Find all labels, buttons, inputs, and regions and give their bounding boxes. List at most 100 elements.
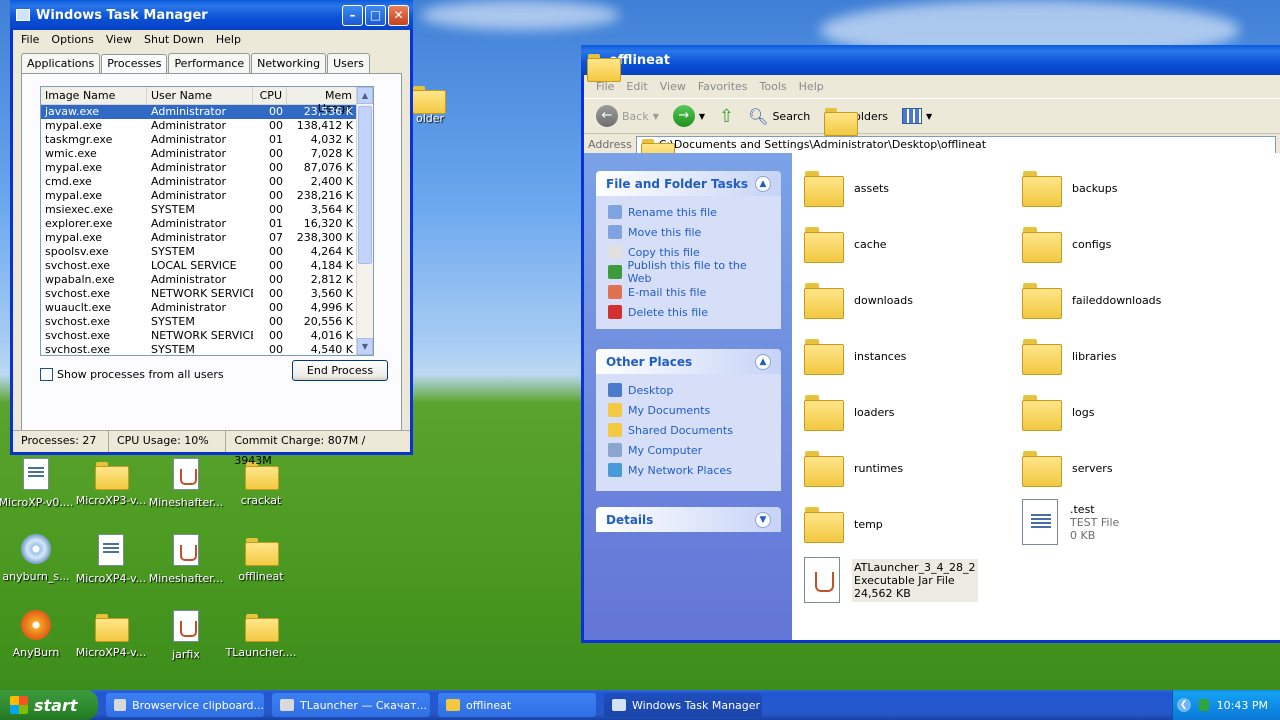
desktop-icon[interactable]: jarfix — [147, 610, 225, 661]
folder-item[interactable]: downloads — [804, 283, 913, 319]
folder-item[interactable]: runtimes — [804, 451, 903, 487]
task-link[interactable]: Move this file — [608, 222, 769, 242]
address-input[interactable]: C:\Documents and Settings\Administrator\… — [635, 135, 1276, 167]
folder-item[interactable]: logs — [1022, 395, 1095, 431]
process-list[interactable]: Image Name User Name CPU Mem Usage javaw… — [40, 86, 374, 356]
desktop-icon[interactable]: MicroXP4-v... — [72, 534, 150, 585]
folder-item[interactable]: backups — [1022, 171, 1118, 207]
menu-view[interactable]: View — [654, 79, 692, 94]
folder-item[interactable]: configs — [1022, 227, 1111, 263]
chevron-up-icon[interactable]: ▲ — [755, 175, 771, 192]
close-button[interactable]: ✕ — [388, 4, 409, 26]
panel-header[interactable]: Other Places ▲ — [596, 349, 781, 374]
menu-options[interactable]: Options — [45, 32, 99, 47]
process-row[interactable]: mypal.exe Administrator 00 87,076 K — [41, 161, 373, 175]
desktop-icon[interactable]: Mineshafter... — [147, 534, 225, 585]
column-user-name[interactable]: User Name — [147, 87, 253, 104]
process-row[interactable]: svchost.exe LOCAL SERVICE 00 4,184 K — [41, 259, 373, 273]
menu-shut-down[interactable]: Shut Down — [138, 32, 210, 47]
process-row[interactable]: wpabaln.exe Administrator 00 2,812 K — [41, 273, 373, 287]
views-button[interactable]: ▼ — [898, 106, 936, 126]
place-link[interactable]: My Computer — [608, 440, 769, 460]
scroll-up-arrow[interactable]: ▲ — [357, 87, 373, 104]
panel-header[interactable]: Details ▼ — [596, 507, 781, 532]
folder-item[interactable]: instances — [804, 339, 906, 375]
taskbar-item-browservice[interactable]: Browservice clipboard... — [106, 693, 264, 717]
desktop-icon[interactable]: MicroXP-v0.... — [0, 458, 75, 509]
scroll-down-arrow[interactable]: ▼ — [357, 338, 373, 355]
folder-item[interactable]: assets — [804, 171, 889, 207]
column-mem-usage[interactable]: Mem Usage — [287, 87, 357, 115]
explorer-titlebar[interactable]: offlineat — [581, 45, 1280, 82]
process-row[interactable]: explorer.exe Administrator 01 16,320 K — [41, 217, 373, 231]
clock[interactable]: 10:43 PM — [1217, 699, 1268, 712]
desktop-icon[interactable]: Mineshafter... — [147, 458, 225, 509]
place-link[interactable]: Desktop — [608, 380, 769, 400]
task-link[interactable]: Publish this file to the Web — [608, 259, 769, 285]
process-row[interactable]: wuauclt.exe Administrator 00 4,996 K — [41, 301, 373, 315]
process-row[interactable]: cmd.exe Administrator 00 2,400 K — [41, 175, 373, 189]
menu-file[interactable]: File — [15, 32, 45, 47]
folders-button[interactable]: Folders — [820, 106, 892, 136]
file-item[interactable]: .test TEST File 0 KB — [1022, 499, 1119, 545]
desktop-icon[interactable]: AnyBurn — [0, 610, 75, 659]
chevron-down-icon[interactable]: ▼ — [755, 511, 771, 528]
task-link[interactable]: Rename this file — [608, 202, 769, 222]
place-link[interactable]: My Documents — [608, 400, 769, 420]
process-row[interactable]: wmic.exe Administrator 00 7,028 K — [41, 147, 373, 161]
place-link[interactable]: My Network Places — [608, 460, 769, 480]
folder-item[interactable]: libraries — [1022, 339, 1116, 375]
desktop-icon[interactable]: anyburn_s... — [0, 534, 75, 583]
menu-tools[interactable]: Tools — [754, 79, 793, 94]
desktop-icon[interactable]: TLauncher.... — [222, 610, 300, 659]
desktop-icon[interactable]: MicroXP4-v... — [72, 610, 150, 659]
process-row[interactable]: svchost.exe SYSTEM 00 4,540 K — [41, 343, 373, 355]
desktop-icon[interactable]: MicroXP3-v... — [72, 458, 150, 507]
task-link[interactable]: Delete this file — [608, 302, 769, 322]
process-row[interactable]: svchost.exe SYSTEM 00 20,556 K — [41, 315, 373, 329]
process-row[interactable]: spoolsv.exe SYSTEM 00 4,264 K — [41, 245, 373, 259]
menu-help[interactable]: Help — [793, 79, 830, 94]
taskbar-item-task-manager[interactable]: Windows Task Manager — [604, 693, 762, 717]
file-item[interactable]: ATLauncher_3_4_28_2 Executable Jar File 24… — [804, 557, 978, 603]
maximize-button[interactable]: □ — [365, 4, 386, 26]
menu-favorites[interactable]: Favorites — [692, 79, 754, 94]
tray-expand-icon[interactable]: ❮ — [1176, 698, 1191, 712]
tab-users[interactable]: Users — [327, 53, 370, 73]
process-row[interactable]: javaw.exe Administrator 00 23,536 K — [41, 105, 373, 119]
taskbar-item-offlineat[interactable]: offlineat — [438, 693, 596, 717]
task-manager-titlebar[interactable]: Windows Task Manager – □ ✕ — [10, 0, 413, 30]
taskbar-item-tlauncher[interactable]: TLauncher — Скачат... — [272, 693, 430, 717]
column-image-name[interactable]: Image Name — [41, 87, 147, 104]
process-list-scrollbar[interactable]: ▲ ▼ — [356, 87, 373, 355]
start-button[interactable]: start — [0, 690, 98, 720]
end-process-button[interactable]: End Process — [292, 360, 388, 381]
folder-item[interactable]: faileddownloads — [1022, 283, 1161, 319]
folder-item[interactable]: cache — [804, 227, 887, 263]
folder-item[interactable]: temp — [804, 507, 883, 543]
process-row[interactable]: mypal.exe Administrator 07 238,300 K — [41, 231, 373, 245]
checkbox-box[interactable] — [40, 368, 53, 381]
process-row[interactable]: svchost.exe NETWORK SERVICE 00 4,016 K — [41, 329, 373, 343]
tab-applications[interactable]: Applications — [21, 53, 101, 73]
process-row[interactable]: svchost.exe NETWORK SERVICE 00 3,560 K — [41, 287, 373, 301]
back-button[interactable]: ← Back ▼ — [592, 103, 663, 129]
scroll-thumb[interactable] — [358, 106, 372, 264]
minimize-button[interactable]: – — [342, 4, 363, 26]
up-folder-button[interactable]: ⇧ — [715, 104, 738, 129]
show-all-processes-checkbox[interactable]: Show processes from all users — [40, 368, 224, 381]
desktop-partial-folder[interactable]: older — [412, 82, 448, 125]
folder-item[interactable]: loaders — [804, 395, 895, 431]
task-link[interactable]: E-mail this file — [608, 282, 769, 302]
desktop-icon[interactable]: offlineat — [222, 534, 300, 583]
folder-item[interactable]: servers — [1022, 451, 1113, 487]
forward-button[interactable]: → ▼ — [669, 103, 709, 129]
process-row[interactable]: msiexec.exe SYSTEM 00 3,564 K — [41, 203, 373, 217]
tab-processes[interactable]: Processes — [101, 54, 168, 74]
menu-edit[interactable]: Edit — [620, 79, 653, 94]
place-link[interactable]: Shared Documents — [608, 420, 769, 440]
search-button[interactable]: 🔍︎ Search — [744, 105, 814, 128]
tab-performance[interactable]: Performance — [168, 53, 251, 73]
column-cpu[interactable]: CPU — [253, 87, 287, 104]
chevron-up-icon[interactable]: ▲ — [755, 353, 771, 370]
